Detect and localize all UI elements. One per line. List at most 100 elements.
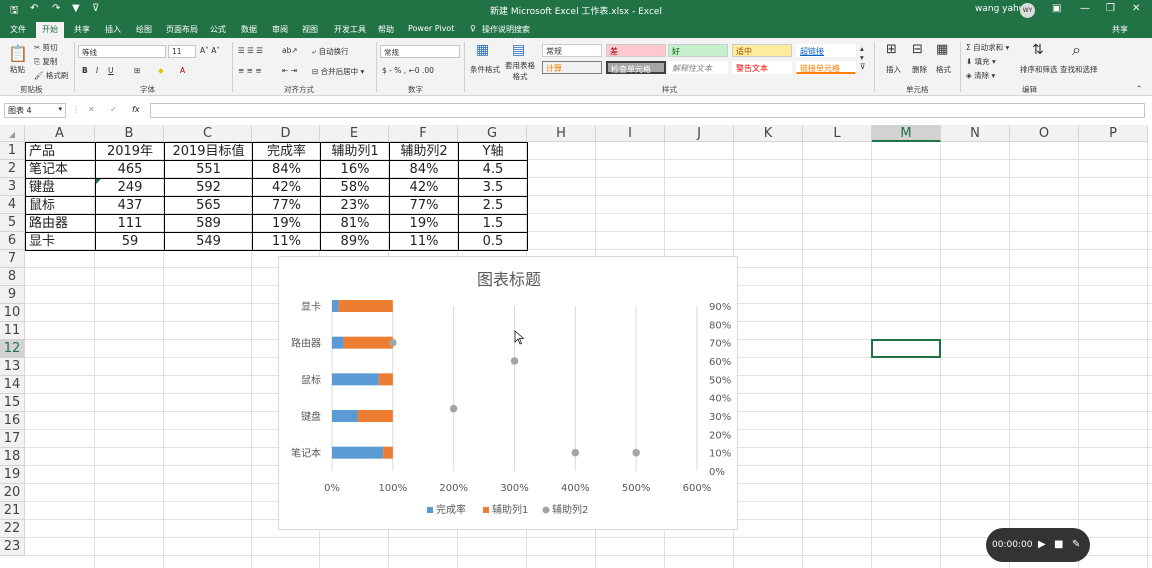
orientation-icon[interactable]: ab↗ (282, 46, 298, 55)
paste-button[interactable]: 粘贴 (10, 64, 25, 75)
underline-button[interactable]: U (108, 66, 114, 75)
chart[interactable]: 图表标题 0% 100% 200% 300% 400% 500% 600% 0% 10% 20% 30… (278, 256, 738, 530)
row-header[interactable]: 3 (0, 178, 25, 196)
style-warning[interactable]: 警告文本 (732, 61, 792, 74)
table-cell[interactable]: 42% (389, 178, 459, 197)
style-neutral[interactable]: 适中 (732, 44, 792, 57)
format-cells-icon[interactable]: ▦ (936, 42, 948, 57)
paste-icon[interactable]: 📋 (8, 44, 28, 63)
font-color-icon[interactable]: A (180, 66, 185, 75)
header-cell[interactable]: 辅助列2 (389, 142, 459, 161)
table-cell[interactable]: 3.5 (458, 178, 528, 197)
autosum-button[interactable]: Σ 自动求和 ▾ (966, 42, 1009, 53)
row-header[interactable]: 14 (0, 376, 25, 394)
table-cell[interactable]: 84% (252, 160, 321, 179)
column-header[interactable]: P (1079, 125, 1148, 142)
selected-cell[interactable] (871, 339, 941, 358)
cut-button[interactable]: ✂ 剪切 (34, 42, 58, 53)
copy-button[interactable]: ⎘ 复制 (34, 56, 57, 67)
delete-cells-icon[interactable]: ⊟ (912, 42, 923, 57)
table-cell[interactable]: 42% (252, 178, 321, 197)
enter-icon[interactable]: ✓ (110, 105, 117, 114)
tab-developer[interactable]: 开发工具 (334, 24, 366, 35)
row-header[interactable]: 9 (0, 286, 25, 304)
tab-power-pivot[interactable]: Power Pivot (408, 24, 454, 33)
tab-data[interactable]: 数据 (241, 24, 257, 35)
column-header[interactable]: O (1010, 125, 1079, 142)
table-cell[interactable]: 77% (389, 196, 459, 215)
find-select-button[interactable]: 查找和选择 (1060, 64, 1098, 75)
table-cell[interactable]: 551 (164, 160, 253, 179)
row-header[interactable]: 15 (0, 394, 25, 412)
column-header[interactable]: M (872, 125, 941, 142)
table-cell[interactable]: 89% (320, 232, 390, 251)
table-cell[interactable]: 58% (320, 178, 390, 197)
table-cell[interactable]: 键盘 (25, 178, 96, 197)
header-cell[interactable]: 2019年 (95, 142, 165, 161)
style-bad[interactable]: 差 (606, 44, 666, 57)
clear-button[interactable]: ◈ 清除 ▾ (966, 70, 995, 81)
table-cell[interactable]: 0.5 (458, 232, 528, 251)
row-header[interactable]: 21 (0, 502, 25, 520)
conditional-format-button[interactable]: 条件格式 (470, 64, 500, 75)
conditional-format-icon[interactable]: ▦ (476, 42, 489, 58)
table-cell[interactable]: 显卡 (25, 232, 96, 251)
column-header[interactable]: C (164, 125, 252, 142)
table-cell[interactable]: 鼠标 (25, 196, 96, 215)
table-cell[interactable]: 2.5 (458, 196, 528, 215)
row-header[interactable]: 13 (0, 358, 25, 376)
column-header[interactable]: N (941, 125, 1010, 142)
borders-icon[interactable]: ⊞ (134, 66, 140, 75)
tab-review[interactable]: 审阅 (272, 24, 288, 35)
restore-icon[interactable]: ❐ (1106, 3, 1115, 14)
style-linked-cell[interactable]: 链接单元格 (796, 61, 856, 74)
row-header[interactable]: 18 (0, 448, 25, 466)
table-cell[interactable]: 592 (164, 178, 253, 197)
table-cell[interactable]: 19% (252, 214, 321, 233)
fill-button[interactable]: ⬇ 填充 ▾ (966, 56, 996, 67)
row-header[interactable]: 2 (0, 160, 25, 178)
column-header[interactable]: I (596, 125, 665, 142)
merge-center-button[interactable]: ⊟ 合并后居中 ▾ (312, 66, 364, 77)
style-normal[interactable]: 常规 (542, 44, 602, 57)
row-header[interactable]: 11 (0, 322, 25, 340)
style-explanatory[interactable]: 解释性文本 (668, 61, 728, 74)
tab-view[interactable]: 视图 (302, 24, 318, 35)
table-cell[interactable]: 565 (164, 196, 253, 215)
error-indicator-icon[interactable] (96, 179, 101, 184)
row-header[interactable]: 17 (0, 430, 25, 448)
table-cell[interactable]: 249 (95, 178, 165, 197)
table-cell[interactable]: 16% (320, 160, 390, 179)
table-cell[interactable]: 11% (252, 232, 321, 251)
table-cell[interactable]: 111 (95, 214, 165, 233)
table-cell[interactable]: 19% (389, 214, 459, 233)
font-name-select[interactable]: 等线 (78, 45, 166, 58)
row-header[interactable]: 5 (0, 214, 25, 232)
insert-cells-icon[interactable]: ⊞ (886, 42, 897, 57)
column-header[interactable]: L (803, 125, 872, 142)
stop-icon[interactable]: ■ (1054, 539, 1063, 550)
tab-page-layout[interactable]: 页面布局 (166, 24, 198, 35)
column-header[interactable]: F (389, 125, 458, 142)
align-top-icon[interactable]: ☰ ☰ ☰ (238, 46, 263, 55)
row-header[interactable]: 1 (0, 142, 25, 160)
tab-home[interactable]: 开始 (36, 22, 64, 38)
tab-formulas[interactable]: 公式 (210, 24, 226, 35)
header-cell[interactable]: 辅助列1 (320, 142, 390, 161)
table-cell[interactable]: 4.5 (458, 160, 528, 179)
currency-icon[interactable]: $ - % , ←0 .00 (382, 66, 434, 75)
indent-icon[interactable]: ⇤ ⇥ (282, 66, 297, 75)
row-header[interactable]: 20 (0, 484, 25, 502)
header-cell[interactable]: 2019目标值 (164, 142, 253, 161)
select-all-corner[interactable]: ◢ (0, 125, 25, 142)
tell-me-search[interactable]: 操作说明搜索 (482, 24, 530, 35)
column-header[interactable]: H (527, 125, 596, 142)
table-cell[interactable]: 84% (389, 160, 459, 179)
find-select-icon[interactable]: ⌕ (1072, 40, 1081, 60)
table-cell[interactable]: 81% (320, 214, 390, 233)
fill-color-icon[interactable]: ◆ (158, 66, 164, 75)
table-cell[interactable]: 437 (95, 196, 165, 215)
name-box[interactable]: 图表 4 ▾ (4, 103, 66, 118)
bold-button[interactable]: B (82, 66, 88, 75)
tab-help[interactable]: 帮助 (378, 24, 394, 35)
